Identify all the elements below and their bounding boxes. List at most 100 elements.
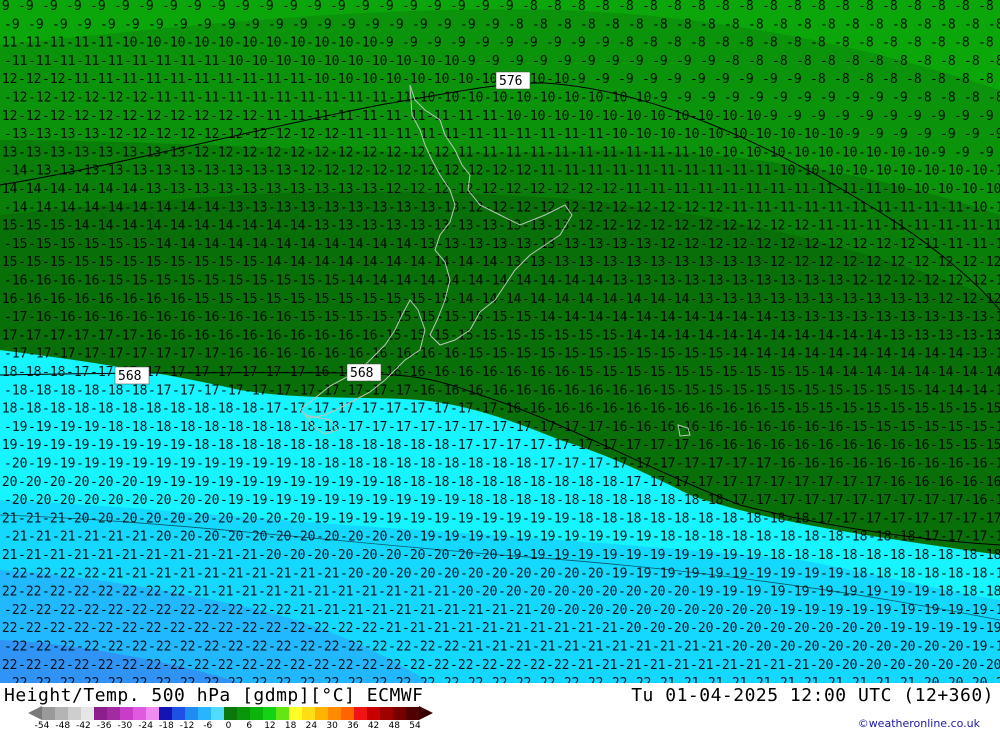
- temperature-value: -15: [796, 383, 819, 398]
- temperature-value: -9: [292, 17, 308, 32]
- temperature-value: -17: [786, 475, 809, 490]
- temperature-value: -11: [786, 182, 809, 197]
- temperature-value: -21: [0, 511, 17, 526]
- temperature-value: -13: [484, 237, 507, 252]
- temperature-value: -9: [282, 0, 298, 14]
- temperature-value: -20: [594, 585, 617, 600]
- temperature-value: -11: [148, 54, 171, 69]
- temperature-value: -21: [604, 640, 627, 655]
- temperature-value: -12: [628, 200, 651, 215]
- temperature-value: -20: [556, 566, 579, 581]
- temperature-value: -9: [820, 91, 836, 106]
- temperature-value: -19: [882, 585, 905, 600]
- temperature-value: -12: [378, 182, 401, 197]
- temperature-value: -10: [556, 91, 579, 106]
- temperature-value: -22: [162, 621, 185, 636]
- temperature-value: -8: [916, 54, 932, 69]
- temperature-value: -15: [906, 402, 929, 417]
- temperature-value: -15: [76, 237, 99, 252]
- temperature-value: -10: [532, 91, 555, 106]
- temperature-value: -22: [172, 603, 195, 618]
- temperature-value: -16: [508, 383, 531, 398]
- temperature-value: -14: [460, 274, 484, 289]
- temperature-value: -16: [882, 475, 905, 490]
- temperature-value: -15: [28, 237, 51, 252]
- temperature-value: -13: [580, 237, 603, 252]
- temperature-value: -14: [196, 200, 220, 215]
- temperature-value: -12: [234, 145, 257, 160]
- temperature-value: -8: [810, 0, 826, 14]
- temperature-value: -18: [196, 420, 219, 435]
- temperature-value: -13: [306, 219, 329, 234]
- temperature-value: -17: [988, 530, 1000, 545]
- temperature-value: -13: [364, 200, 387, 215]
- temperature-value: -12: [460, 164, 483, 179]
- temperature-value: -11: [666, 182, 689, 197]
- temperature-value: -19: [690, 585, 713, 600]
- temperature-value: -11: [748, 200, 771, 215]
- temperature-value: -9: [378, 0, 394, 14]
- temperature-value: -18: [124, 420, 147, 435]
- temperature-value: -11: [532, 127, 555, 142]
- temperature-value: -8: [546, 0, 562, 14]
- temperature-value: -22: [52, 640, 75, 655]
- temperature-value: -14: [978, 365, 1000, 380]
- temperature-value: -9: [316, 17, 332, 32]
- temperature-value: -16: [532, 383, 555, 398]
- scale-tick-label: 0: [225, 721, 232, 731]
- temperature-value: -12: [604, 200, 627, 215]
- temperature-value: -9: [810, 109, 826, 124]
- temperature-value: -12: [100, 127, 123, 142]
- temperature-value: -13: [690, 292, 713, 307]
- temperature-value: -17: [450, 402, 473, 417]
- temperature-value: -18: [124, 383, 147, 398]
- temperature-value: -14: [234, 219, 258, 234]
- temperature-value: -16: [892, 457, 915, 472]
- temperature-value: -9: [388, 17, 404, 32]
- temperature-value: -22: [28, 603, 51, 618]
- temperature-value: -8: [882, 36, 898, 51]
- temperature-value: -16: [556, 383, 579, 398]
- temperature-value: -12: [186, 109, 209, 124]
- temperature-value: -14: [748, 310, 772, 325]
- temperature-value: -18: [930, 585, 953, 600]
- temperature-value: -18: [42, 365, 65, 380]
- temperature-value: -22: [604, 676, 627, 683]
- temperature-value: -13: [772, 310, 795, 325]
- temperature-value: -15: [0, 255, 17, 270]
- temperature-value: -9: [868, 127, 884, 142]
- temperature-value: -14: [810, 328, 834, 343]
- temperature-value: -19: [220, 493, 243, 508]
- temperature-value: -22: [172, 640, 195, 655]
- temperature-value: -12: [690, 219, 713, 234]
- temperature-value: -11: [258, 109, 281, 124]
- temperature-value: -22: [244, 603, 267, 618]
- temperature-value: -15: [978, 438, 1000, 453]
- site-credit[interactable]: ©weatheronline.co.uk: [858, 717, 980, 730]
- temperature-value: -22: [124, 676, 147, 683]
- temperature-value: -22: [210, 621, 233, 636]
- scale-swatch: [315, 706, 328, 720]
- temperature-value: -9: [580, 54, 596, 69]
- temperature-value: -21: [460, 640, 483, 655]
- temperature-value: -22: [388, 640, 411, 655]
- temperature-value: -20: [474, 548, 497, 563]
- temperature-value: -9: [114, 0, 130, 14]
- temperature-value: -12: [402, 145, 425, 160]
- temperature-value: -19: [354, 475, 377, 490]
- temperature-value: -16: [306, 328, 329, 343]
- temperature-value: -20: [858, 621, 881, 636]
- temperature-value: -22: [4, 566, 27, 581]
- temperature-value: -11: [196, 91, 219, 106]
- temperature-value: -12: [268, 127, 291, 142]
- temperature-value: -13: [738, 255, 761, 270]
- temperature-value: -13: [666, 255, 689, 270]
- temperature-value: -11: [450, 109, 473, 124]
- temperature-value: -8: [834, 0, 850, 14]
- temperature-value: -15: [220, 274, 243, 289]
- temperature-value: -15: [436, 310, 459, 325]
- temperature-value: -15: [100, 274, 123, 289]
- temperature-value: -12: [844, 274, 867, 289]
- weather-map: -9-9-9-9-9-9-9-9-9-9-9-9-9-9-9-9-9-9-9-9…: [0, 0, 1000, 683]
- temperature-value: -19: [594, 548, 617, 563]
